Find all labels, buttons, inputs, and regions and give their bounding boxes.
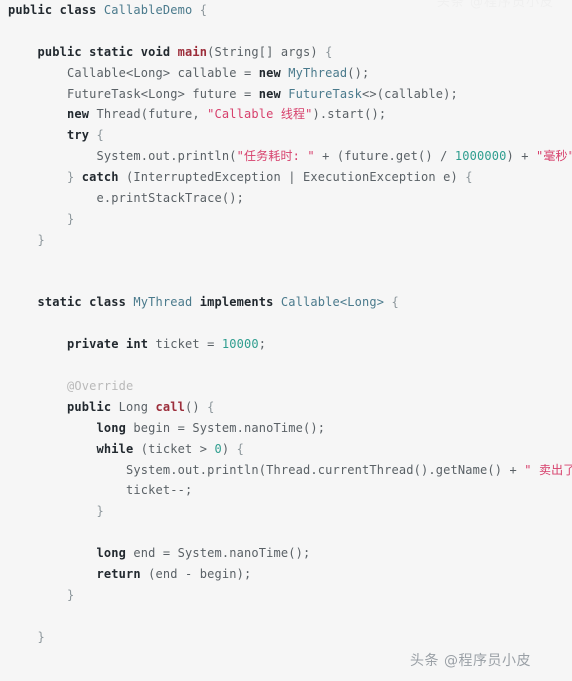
code-line: Callable<Long> callable = new MyThread()… — [67, 65, 370, 80]
code-line: try { — [67, 128, 104, 143]
code-line: ticket--; — [126, 483, 193, 498]
code-line: while (ticket > 0) { — [96, 441, 244, 456]
code-line: } — [37, 629, 45, 644]
code-line: System.out.println(Thread.currentThread(… — [126, 462, 572, 477]
code-line: long end = System.nanoTime(); — [96, 546, 311, 561]
code-line: } — [96, 504, 104, 519]
code-line: static class MyThread implements Callabl… — [37, 295, 399, 310]
code-viewer: 头条 @程序员小皮 public class CallableDemo { pu… — [0, 0, 572, 681]
code-line: long begin = System.nanoTime(); — [96, 420, 326, 435]
code-line: return (end - begin); — [96, 567, 252, 582]
code-line: @Override — [67, 379, 134, 394]
code-line: e.printStackTrace(); — [96, 191, 244, 206]
code-line: public static void main(String[] args) { — [37, 44, 333, 59]
code-line: public Long call() { — [67, 399, 215, 414]
code-line: System.out.println("任务耗时: " + (future.ge… — [96, 149, 572, 164]
code-line: private int ticket = 10000; — [67, 337, 267, 352]
author-watermark: 头条 @程序员小皮 — [410, 653, 531, 669]
code-line: } — [67, 587, 75, 602]
code-line: } catch (InterruptedException | Executio… — [67, 170, 473, 185]
code-line-list: public class CallableDemo { public stati… — [0, 0, 572, 681]
code-line: FutureTask<Long> future = new FutureTask… — [67, 86, 458, 101]
code-line: } — [67, 211, 75, 226]
code-line: new Thread(future, "Callable 线程").start(… — [67, 107, 387, 122]
code-line: } — [37, 232, 45, 247]
code-line: public class CallableDemo { — [8, 3, 208, 17]
